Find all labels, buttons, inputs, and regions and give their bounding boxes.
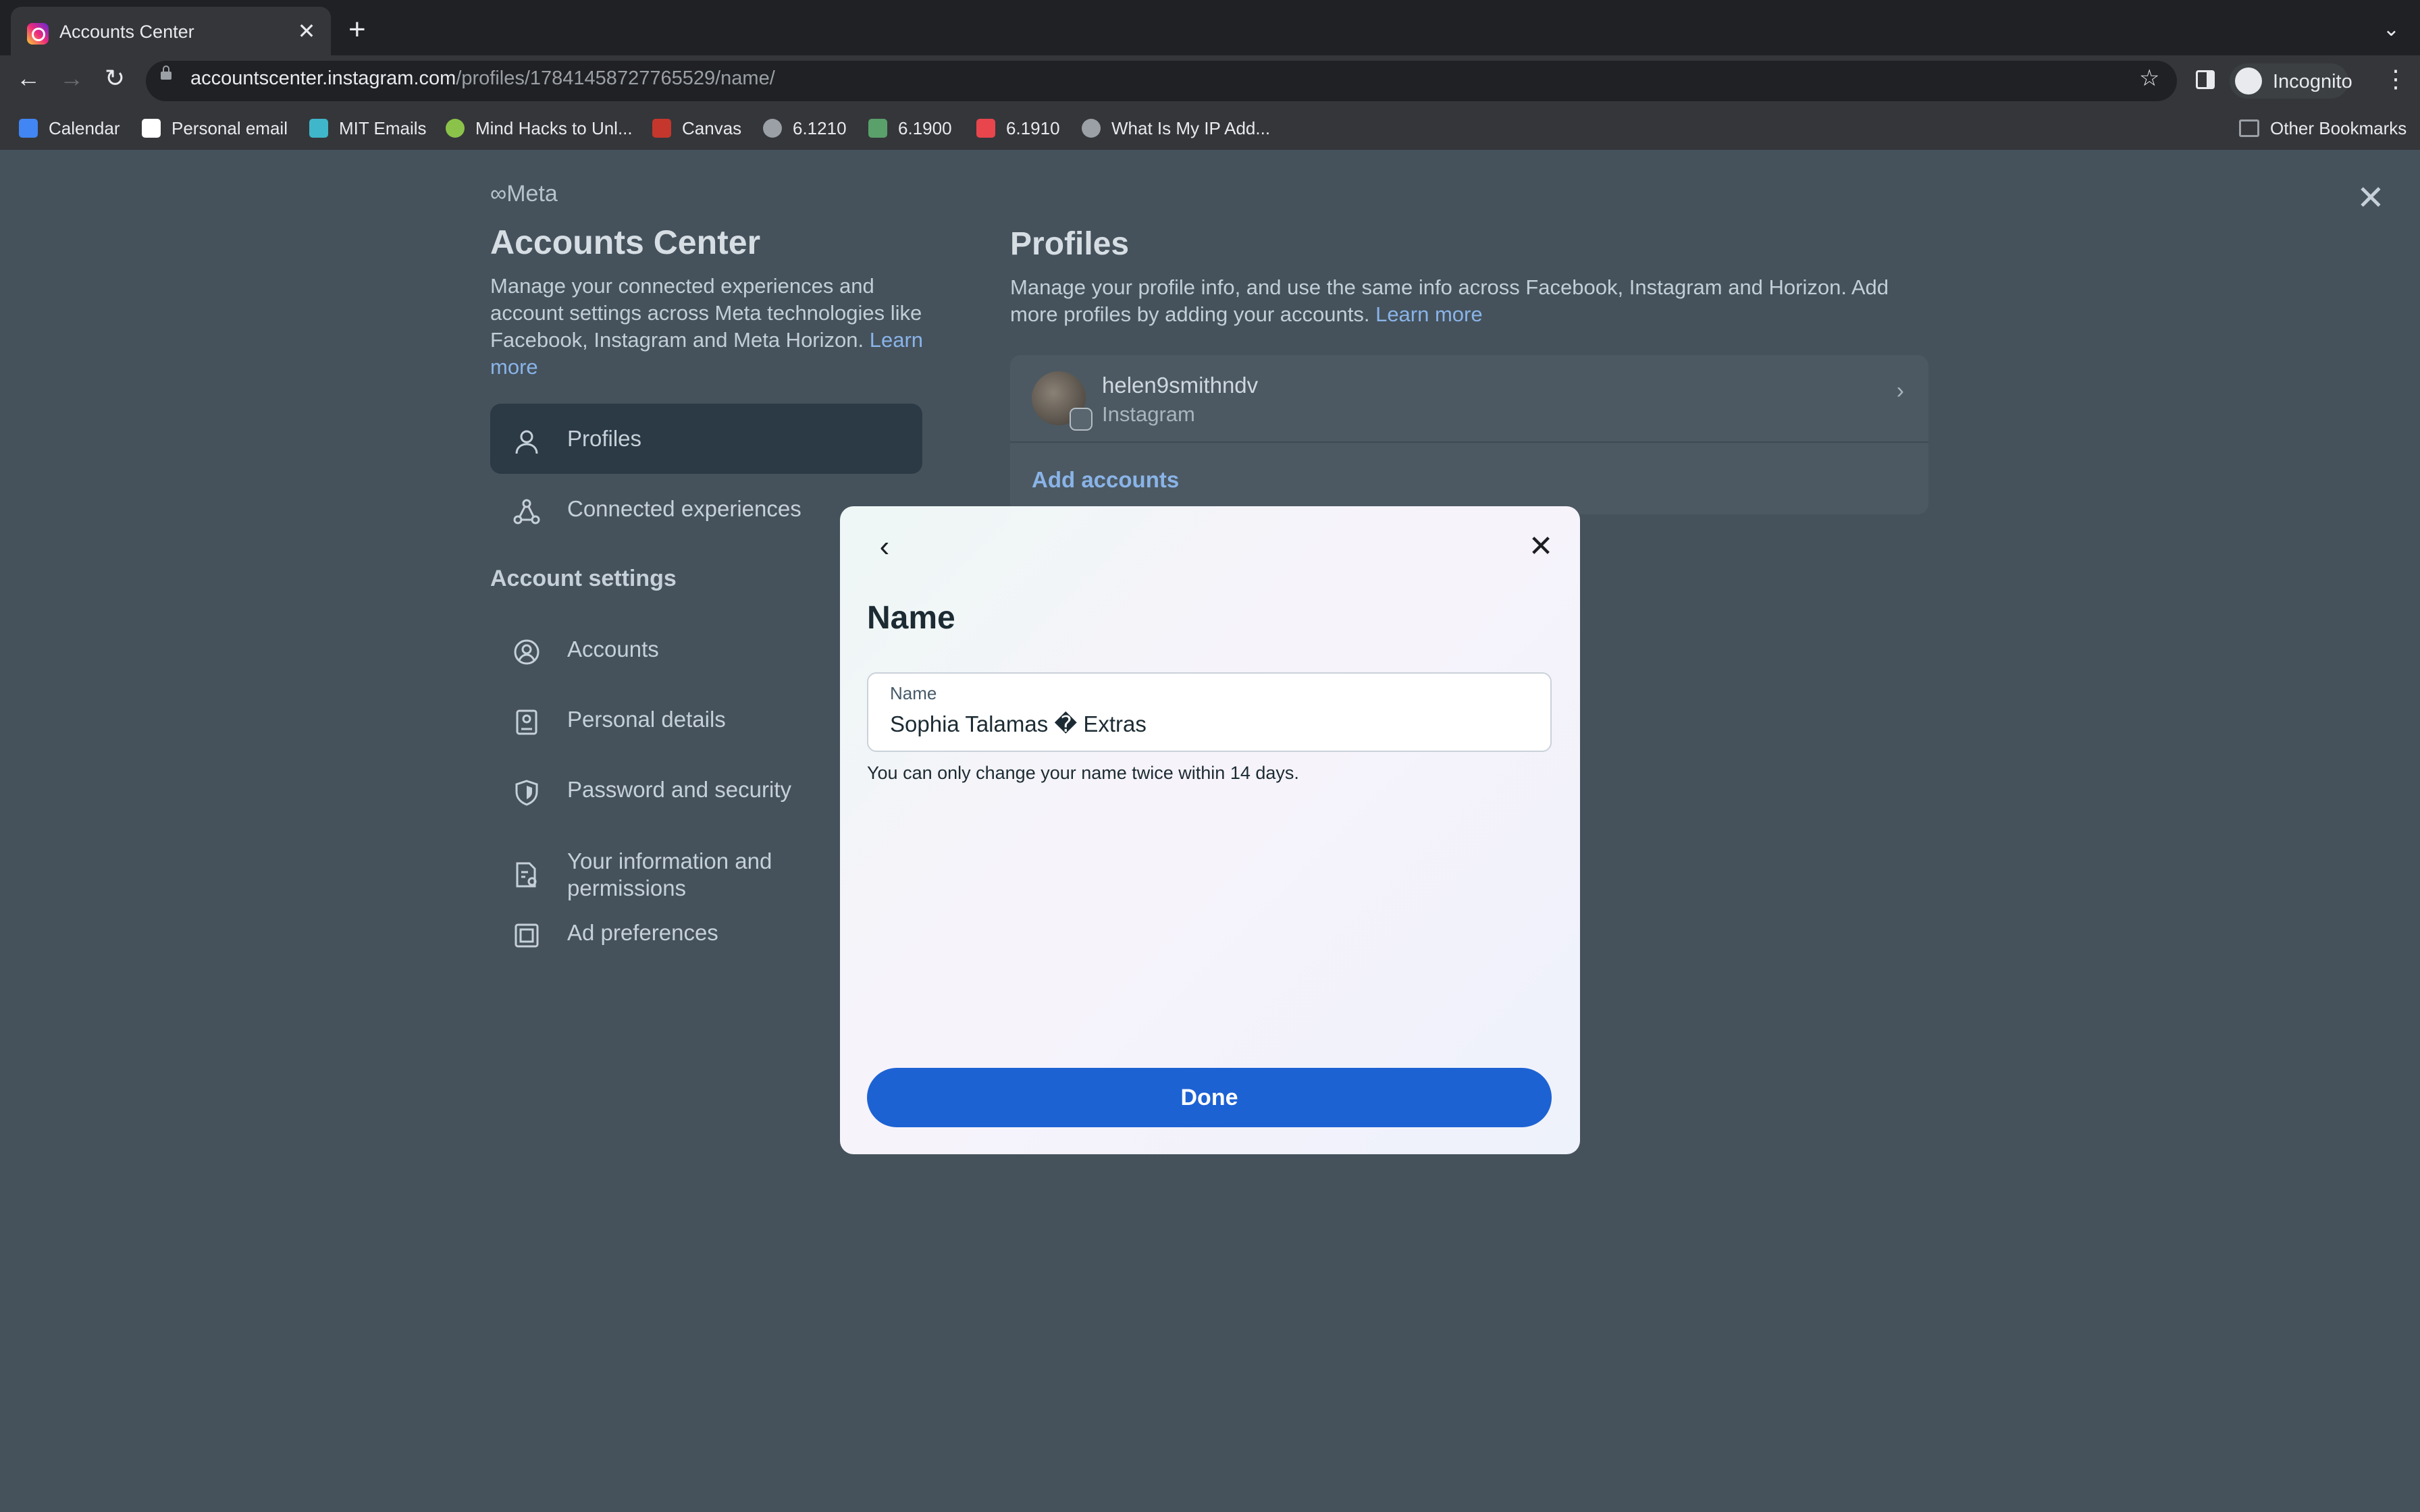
bookmark-label: MIT Emails (339, 118, 427, 138)
bookmark-label: Canvas (682, 118, 742, 138)
url-path: /profiles/17841458727765529/name/ (456, 68, 775, 89)
account-circle-icon (514, 639, 540, 665)
new-tab-button[interactable]: + (348, 15, 366, 45)
bookmark-6-1210[interactable]: 6.1210 (763, 115, 847, 142)
bookmark-mit-emails[interactable]: MIT Emails (309, 115, 427, 142)
profile-card[interactable]: helen9smithndv Instagram › Add accounts (1010, 355, 1928, 514)
name-dialog: ‹ ✕ Name Name You can only change your n… (840, 506, 1580, 1154)
name-input[interactable] (890, 709, 1525, 738)
document-icon (516, 862, 537, 888)
add-accounts-link[interactable]: Add accounts (1032, 467, 1179, 493)
bookmark-star-icon[interactable]: ☆ (2139, 65, 2159, 92)
meta-logo: ∞Meta (490, 181, 558, 207)
bookmark-label: Mind Hacks to Unl... (475, 118, 633, 138)
bookmark-6-1900[interactable]: 6.1900 (868, 115, 952, 142)
tab-title: Accounts Center (59, 22, 194, 42)
close-icon[interactable]: ✕ (1525, 531, 1557, 563)
bookmark-label: 6.1900 (898, 118, 952, 138)
url-host: accountscenter.instagram.com (190, 68, 456, 89)
chevron-right-icon[interactable]: › (1897, 378, 1904, 404)
course-icon (868, 119, 887, 138)
bookmark-calendar[interactable]: Calendar (19, 115, 120, 142)
nav-personal-label: Personal details (567, 707, 726, 732)
id-card-icon (516, 709, 537, 735)
back-button[interactable]: ← (14, 63, 43, 93)
bookmark-label: Calendar (49, 118, 120, 138)
nav-accounts-label: Accounts (567, 637, 659, 662)
url-text[interactable]: accountscenter.instagram.com/profiles/17… (190, 68, 775, 90)
instagram-favicon-icon (27, 23, 49, 45)
incognito-label: Incognito (2273, 71, 2352, 92)
name-field-label: Name (890, 683, 937, 703)
email-icon (142, 119, 161, 138)
bookmark-label: 6.1210 (793, 118, 847, 138)
browser-menu-icon[interactable]: ⋮ (2384, 65, 2408, 93)
bookmark-label: 6.1910 (1006, 118, 1060, 138)
play-icon (446, 119, 465, 138)
profile-platform: Instagram (1102, 402, 1195, 426)
person-icon (515, 430, 538, 454)
bookmark-personal-email[interactable]: Personal email (142, 115, 288, 142)
account-settings-heading: Account settings (490, 566, 677, 591)
reload-button[interactable]: ↻ (100, 63, 130, 93)
lock-icon[interactable] (161, 65, 172, 80)
bookmark-canvas[interactable]: Canvas (652, 115, 741, 142)
nav-ads-label: Ad preferences (567, 920, 718, 945)
tab-close-icon[interactable]: ✕ (293, 18, 320, 45)
done-button[interactable]: Done (867, 1068, 1552, 1127)
page-title: Accounts Center (490, 223, 761, 261)
tab-search-icon[interactable]: ⌄ (2383, 18, 2400, 41)
profiles-heading: Profiles (1010, 226, 1130, 262)
page-close-icon[interactable]: ✕ (2357, 178, 2385, 217)
avatar (1032, 371, 1093, 431)
incognito-indicator[interactable]: Incognito (2230, 63, 2352, 99)
page-description-text: Manage your connected experiences and ac… (490, 274, 922, 352)
canvas-icon (652, 119, 671, 138)
bookmark-mind-hacks[interactable]: Mind Hacks to Unl... (446, 115, 633, 142)
back-arrow-icon[interactable]: ‹ (868, 531, 901, 563)
ad-icon (515, 923, 539, 948)
course-icon (976, 119, 995, 138)
name-field[interactable]: Name (867, 672, 1552, 752)
calendar-icon (19, 119, 38, 138)
globe-icon (763, 119, 782, 138)
divider (1010, 441, 1928, 443)
folder-icon (2239, 119, 2259, 138)
instagram-badge-icon (1070, 408, 1093, 431)
nav-profiles-label: Profiles (567, 426, 642, 451)
dialog-title: Name (867, 600, 955, 636)
other-bookmarks[interactable]: Other Bookmarks (2239, 115, 2406, 142)
side-panel-icon[interactable] (2196, 70, 2215, 89)
nav-connected-label: Connected experiences (567, 496, 801, 521)
nav-profiles-active[interactable] (490, 404, 922, 474)
globe-icon (1082, 119, 1101, 138)
profiles-description: Manage your profile info, and use the sa… (1010, 274, 1928, 328)
nav-info-label-line2: permissions (567, 875, 687, 900)
connected-icon (513, 499, 540, 524)
page-description: Manage your connected experiences and ac… (490, 273, 929, 381)
name-change-hint: You can only change your name twice with… (867, 763, 1299, 783)
profile-username: helen9smithndv (1102, 373, 1259, 398)
nav-info-label-line1: Your information and (567, 848, 772, 873)
nav-password-label: Password and security (567, 777, 791, 802)
mit-email-icon (309, 119, 328, 138)
forward-button[interactable]: → (57, 63, 86, 93)
bookmark-label: What Is My IP Add... (1111, 118, 1271, 138)
incognito-icon (2235, 68, 2262, 94)
bookmark-what-is-my-ip[interactable]: What Is My IP Add... (1082, 115, 1270, 142)
bookmark-label: Personal email (172, 118, 288, 138)
profiles-learn-more-link[interactable]: Learn more (1375, 302, 1483, 326)
bookmark-6-1910[interactable]: 6.1910 (976, 115, 1060, 142)
shield-icon (515, 780, 538, 806)
other-bookmarks-label: Other Bookmarks (2270, 118, 2407, 138)
